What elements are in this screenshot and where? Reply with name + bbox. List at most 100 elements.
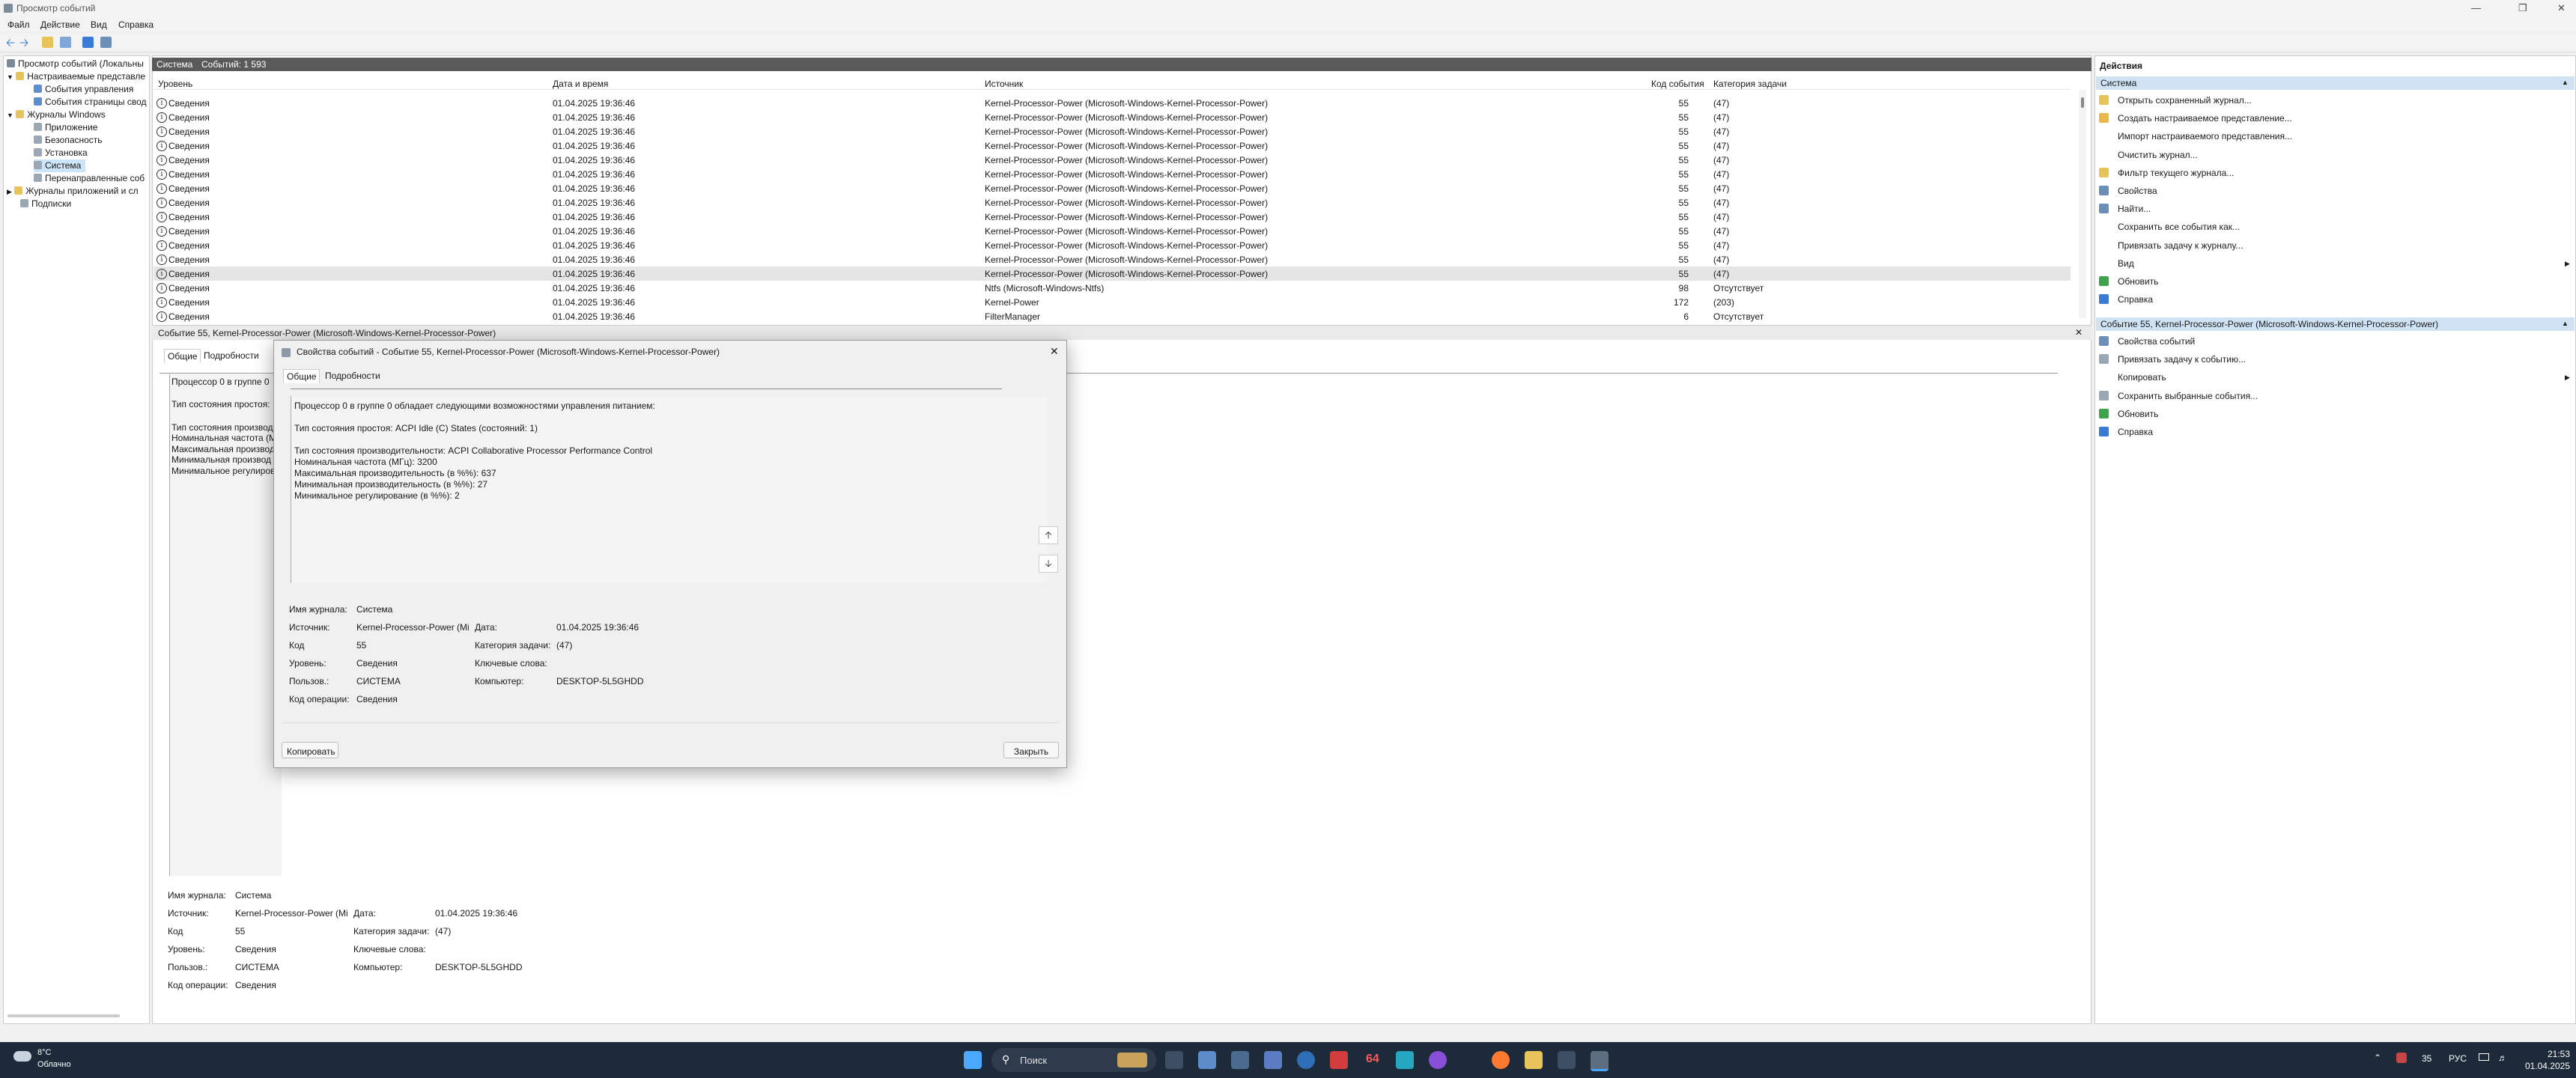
collapse-section-icon[interactable]: ▲ <box>2562 79 2569 86</box>
app-icon-2[interactable] <box>1231 1051 1249 1069</box>
app-icon-5[interactable] <box>1330 1051 1348 1069</box>
start-button[interactable] <box>964 1051 982 1069</box>
table-row[interactable]: i Сведения 01.04.2025 19:36:46 Kernel-Proce… <box>154 153 2071 167</box>
tree-item-security[interactable]: Безопасность <box>34 134 103 147</box>
app-icon-6[interactable] <box>1396 1051 1414 1069</box>
cloud-icon[interactable] <box>13 1051 31 1062</box>
dialog-title-bar[interactable]: Свойства событий - Событие 55, Kernel-Pr… <box>274 341 1066 365</box>
weather-temp[interactable]: 8°C <box>37 1048 51 1057</box>
action-item[interactable]: Копировать ▶ <box>2099 370 2570 385</box>
action-item[interactable]: Очистить журнал... <box>2099 147 2198 162</box>
table-row[interactable]: i Сведения 01.04.2025 19:36:46 Kernel-Proce… <box>154 238 2071 252</box>
tree-item-system[interactable]: Система <box>34 159 86 172</box>
file-explorer-icon[interactable] <box>1525 1051 1543 1069</box>
scrollbar-thumb[interactable] <box>2081 97 2084 108</box>
menu-action[interactable]: Действие <box>40 19 80 30</box>
language-indicator[interactable]: РУС <box>2449 1053 2467 1064</box>
close-window-button[interactable]: ✕ <box>2557 2 2566 14</box>
action-item[interactable]: Импорт настраиваемого представления... <box>2099 129 2292 144</box>
maximize-button[interactable]: ❐ <box>2518 2 2527 14</box>
table-row[interactable]: i Сведения 01.04.2025 19:36:46 FilterManage… <box>154 309 2071 323</box>
show-hide-pane-icon[interactable] <box>100 37 112 48</box>
tray-number[interactable]: 35 <box>2422 1053 2431 1064</box>
tree-item-custom-views[interactable]: ▼ Настраиваемые представле <box>7 70 145 83</box>
copy-button[interactable]: Копировать <box>282 742 338 758</box>
collapse-section-icon[interactable]: ▲ <box>2562 320 2569 327</box>
action-item[interactable]: Справка <box>2099 292 2153 307</box>
menu-help[interactable]: Справка <box>118 19 154 30</box>
tree-item-setup[interactable]: Установка <box>34 147 88 159</box>
app-icon-3[interactable] <box>1264 1051 1282 1069</box>
console-tree-icon[interactable] <box>60 37 71 48</box>
menu-file[interactable]: Файл <box>7 19 30 30</box>
preview-horizontal-scrollbar[interactable] <box>7 1014 120 1017</box>
expand-arrow-icon[interactable]: ▼ <box>7 73 13 81</box>
table-row[interactable]: i Сведения 01.04.2025 19:36:46 Kernel-Proce… <box>154 195 2071 210</box>
tree-item-admin-events[interactable]: События управления <box>34 83 133 96</box>
list-scrollbar[interactable] <box>2079 90 2086 318</box>
event-viewer-taskbar-icon[interactable] <box>1591 1051 1609 1071</box>
minimize-button[interactable]: — <box>2471 2 2481 13</box>
tray-app-icon[interactable] <box>2396 1053 2407 1063</box>
close-preview-icon[interactable]: ✕ <box>2075 327 2083 338</box>
column-source[interactable]: Источник <box>985 79 1023 89</box>
column-category[interactable]: Категория задачи <box>1713 79 1787 89</box>
app-icon-7[interactable] <box>1429 1051 1447 1069</box>
action-item[interactable]: Открыть сохраненный журнал... <box>2099 93 2252 108</box>
table-row[interactable]: i Сведения 01.04.2025 19:36:46 Kernel-Proce… <box>154 138 2071 153</box>
network-icon[interactable] <box>2479 1053 2489 1061</box>
table-row[interactable]: i Сведения 01.04.2025 19:36:46 Kernel-Proce… <box>154 110 2071 124</box>
dialog-tab-details[interactable]: Подробности <box>325 371 380 381</box>
firefox-icon[interactable] <box>1492 1051 1510 1069</box>
table-row[interactable]: i Сведения 01.04.2025 19:36:46 Kernel-Proce… <box>154 96 2071 110</box>
action-item[interactable]: Создать настраиваемое представление... <box>2099 111 2292 126</box>
action-item[interactable]: Фильтр текущего журнала... <box>2099 165 2234 180</box>
folder-icon[interactable] <box>42 37 53 48</box>
weather-desc[interactable]: Облачно <box>37 1060 71 1069</box>
back-arrow-icon[interactable]: 🡠 <box>6 35 17 49</box>
action-item[interactable]: Справка <box>2099 424 2153 439</box>
table-row[interactable]: i Сведения 01.04.2025 19:36:46 Kernel-Proce… <box>154 181 2071 195</box>
help-icon[interactable] <box>82 37 94 48</box>
tray-chevron-icon[interactable]: ⌃ <box>2374 1053 2381 1063</box>
table-row[interactable]: i Сведения 01.04.2025 19:36:46 Ntfs (Micros… <box>154 281 2071 295</box>
table-row[interactable]: i Сведения 01.04.2025 19:36:46 Kernel-Proce… <box>154 252 2071 267</box>
action-item[interactable]: Свойства <box>2099 183 2157 198</box>
table-row[interactable]: i Сведения 01.04.2025 19:36:46 Kernel-Proce… <box>154 167 2071 181</box>
action-item[interactable]: Свойства событий <box>2099 334 2195 349</box>
table-row[interactable]: i Сведения 01.04.2025 19:36:46 Kernel-Proce… <box>154 124 2071 138</box>
table-row[interactable]: i Сведения 01.04.2025 19:36:46 Kernel-Proce… <box>154 210 2071 224</box>
expand-arrow-icon[interactable]: ▼ <box>7 112 13 119</box>
next-event-arrow-icon[interactable]: 🡣 <box>1039 555 1058 573</box>
app-icon-1[interactable] <box>1198 1051 1216 1069</box>
tree-item-windows-logs[interactable]: ▼ Журналы Windows <box>7 109 106 121</box>
action-item[interactable]: Обновить <box>2099 274 2158 289</box>
action-item[interactable]: Обновить <box>2099 406 2158 421</box>
app-icon-8[interactable] <box>1558 1051 1576 1069</box>
action-item[interactable]: Сохранить выбранные события... <box>2099 389 2258 404</box>
menu-view[interactable]: Вид <box>91 19 107 30</box>
table-row[interactable]: i Сведения 01.04.2025 19:36:46 Kernel-Proce… <box>154 267 2071 281</box>
action-item[interactable]: Привязать задачу к журналу... <box>2099 238 2243 253</box>
tree-item-app-service-logs[interactable]: ▶ Журналы приложений и сл <box>7 185 139 198</box>
forward-arrow-icon[interactable]: 🡢 <box>19 35 31 49</box>
volume-icon[interactable]: ♬ <box>2498 1053 2507 1063</box>
tree-item-application[interactable]: Приложение <box>34 121 97 134</box>
action-item[interactable]: Вид ▶ <box>2099 256 2570 271</box>
preview-tab-details[interactable]: Подробности <box>204 350 259 361</box>
app-icon-4[interactable] <box>1297 1051 1315 1069</box>
action-item[interactable]: Привязать задачу к событию... <box>2099 352 2246 367</box>
actions-event-header[interactable]: Событие 55, Kernel-Processor-Power (Micr… <box>2096 317 2575 331</box>
actions-system-header[interactable]: Система ▲ <box>2096 76 2575 90</box>
column-date[interactable]: Дата и время <box>553 79 608 89</box>
badge-64[interactable]: 64 <box>1366 1053 1379 1066</box>
tree-item-summary-events[interactable]: События страницы свод <box>34 96 147 109</box>
taskbar-search[interactable]: ⚲ Поиск <box>991 1048 1156 1072</box>
tree-item-subscriptions[interactable]: Подписки <box>20 198 71 210</box>
action-item[interactable]: Найти... <box>2099 201 2151 216</box>
tree-item-event-viewer[interactable]: Просмотр событий (Локальны <box>7 58 144 70</box>
close-button[interactable]: Закрыть <box>1003 742 1059 758</box>
preview-tab-general[interactable]: Общие <box>164 349 201 363</box>
column-code[interactable]: Код события <box>1651 79 1704 89</box>
collapse-arrow-icon[interactable]: ▶ <box>7 188 12 195</box>
